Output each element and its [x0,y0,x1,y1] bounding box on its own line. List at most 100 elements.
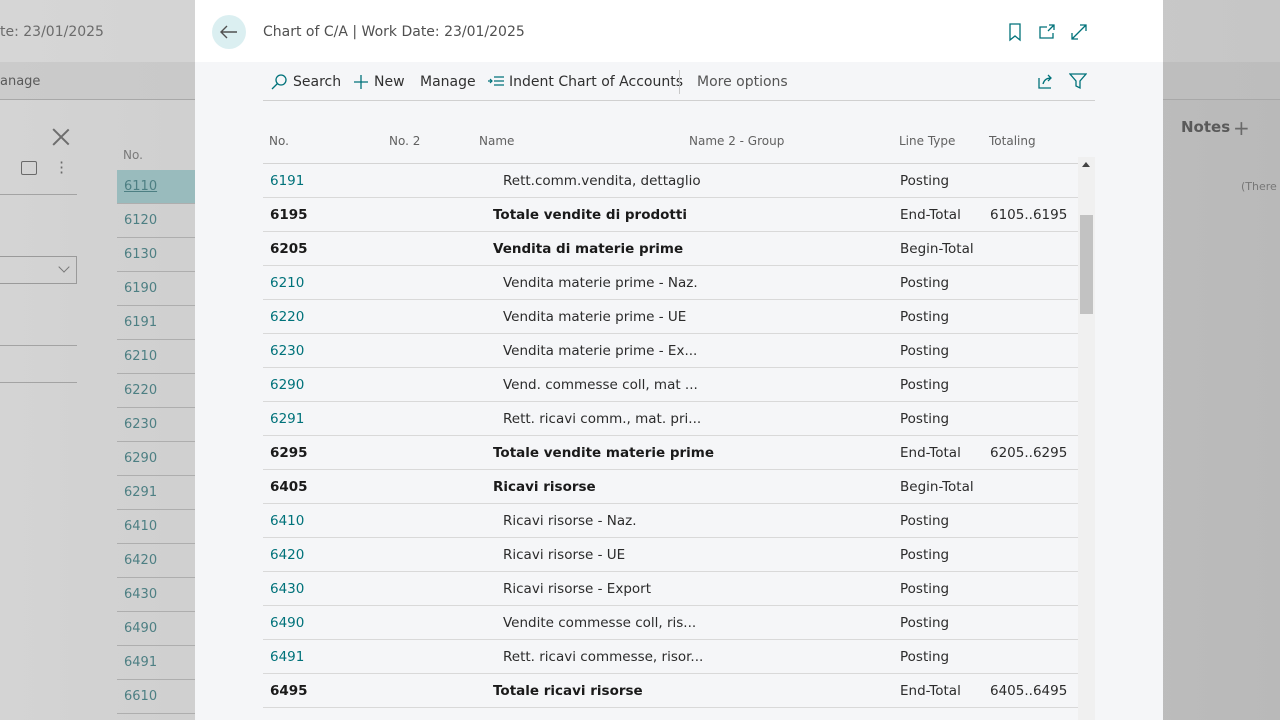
background-list-item: 6210 [117,340,197,374]
search-button[interactable]: Search [270,72,341,92]
indent-icon [488,76,504,86]
cell-no[interactable]: 6195 [270,207,308,223]
cell-name: Totale vendite materie prime [493,445,715,461]
cell-line-type: End-Total [900,445,961,461]
cell-name: Vendita materie prime - UE [503,309,687,325]
column-header-no[interactable]: No. [269,134,289,148]
cell-no[interactable]: 6490 [270,615,304,631]
indent-label: Indent Chart of Accounts [509,74,684,90]
table-row[interactable]: 6410 Ricavi risorse - Naz. Posting [263,504,1078,538]
table-row[interactable]: 6491 Rett. ricavi commesse, risor... Posti… [263,640,1078,674]
cell-no[interactable]: 6205 [270,241,308,257]
table-row[interactable]: 6191 Rett.comm.vendita, dettaglio Posting [263,164,1078,198]
expand-icon[interactable] [1069,22,1089,42]
column-header-name2-group[interactable]: Name 2 - Group [689,134,784,148]
cell-no[interactable]: 6230 [270,343,304,359]
notes-title: Notes [1181,118,1231,136]
cell-line-type: End-Total [900,207,961,223]
scroll-up-arrow-icon[interactable] [1082,162,1090,167]
background-manage-button: anage [0,74,41,89]
table-row[interactable]: 6290 Vend. commesse coll, mat ... Posting [263,368,1078,402]
bookmark-icon[interactable] [1005,22,1025,42]
background-list-item: 6410 [117,510,197,544]
table-row[interactable]: 6210 Vendita materie prime - Naz. Posting [263,266,1078,300]
filter-icon[interactable] [1069,72,1087,90]
scrollbar-thumb[interactable] [1080,215,1093,314]
table-row[interactable]: 6490 Vendite commesse coll, ris... Posting [263,606,1078,640]
chevron-down-icon [58,261,70,273]
cell-line-type: Posting [900,649,950,665]
background-list-item: 6230 [117,408,197,442]
table-row[interactable]: 6220 Vendita materie prime - UE Posting [263,300,1078,334]
cell-no[interactable]: 6291 [270,411,304,427]
background-list-item: 6191 [117,306,197,340]
column-header-name[interactable]: Name [479,134,514,148]
cell-no[interactable]: 6410 [270,513,304,529]
cell-line-type: Posting [900,547,950,563]
manage-button[interactable]: Manage [420,72,476,92]
cell-line-type: Posting [900,309,950,325]
cell-line-type: Posting [900,615,950,631]
table-row[interactable]: 6430 Ricavi risorse - Export Posting [263,572,1078,606]
notes-empty-text: (There i [1241,180,1280,193]
cell-no[interactable]: 6405 [270,479,308,495]
cell-no[interactable]: 6495 [270,683,308,699]
share-icon[interactable] [1037,72,1055,90]
search-label: Search [293,74,342,90]
table-row[interactable]: 6405 Ricavi risorse Begin-Total [263,470,1078,504]
background-list-item: 6190 [117,272,197,306]
table-row[interactable]: 6195 Totale vendite di prodotti End-Total 6… [263,198,1078,232]
vertical-scrollbar[interactable] [1078,157,1095,720]
cell-name: Ricavi risorse - UE [503,547,626,563]
table-row[interactable]: 6230 Vendita materie prime - Ex... Posting [263,334,1078,368]
column-header-totaling[interactable]: Totaling [989,134,1036,148]
background-select [0,256,77,284]
table-row[interactable]: 6205 Vendita di materie prime Begin-Total [263,232,1078,266]
indent-chart-of-accounts-button[interactable]: Indent Chart of Accounts [488,72,683,92]
search-icon [271,74,287,90]
more-options-button[interactable]: More options [697,72,788,92]
table-row[interactable]: 6295 Totale vendite materie prime End-Tota… [263,436,1078,470]
column-header-line-type[interactable]: Line Type [899,134,955,148]
table-row[interactable]: 6495 Totale ricavi risorse End-Total 6405..… [263,674,1078,708]
background-list-item: 6220 [117,374,197,408]
cell-name: Ricavi risorse - Export [503,581,651,597]
cell-no[interactable]: 6191 [270,173,304,189]
cell-totaling: 6405..6495 [990,683,1068,699]
divider [0,382,77,383]
background-list-item: 6420 [117,544,197,578]
action-bar: Search New Manage Indent Chart of Accoun… [263,62,1095,101]
cell-no[interactable]: 6491 [270,649,304,665]
table-row[interactable]: 6420 Ricavi risorse - UE Posting [263,538,1078,572]
more-vertical-icon: · · · [59,153,65,182]
column-header-no2[interactable]: No. 2 [389,134,420,148]
more-options-label: More options [697,74,788,90]
background-list-item: 6120 [117,204,197,238]
dialog-header: Chart of C/A | Work Date: 23/01/2025 [195,0,1163,62]
cell-line-type: Posting [900,275,950,291]
cell-no[interactable]: 6430 [270,581,304,597]
cell-no[interactable]: 6220 [270,309,304,325]
background-list-item: 6110 [117,170,197,204]
grid-body: 6191 Rett.comm.vendita, dettaglio Posting 6… [263,164,1078,708]
cell-name: Totale vendite di prodotti [493,207,687,223]
open-new-window-icon[interactable] [1037,22,1057,42]
arrow-left-icon [220,25,237,39]
cell-no[interactable]: 6420 [270,547,304,563]
cell-no[interactable]: 6210 [270,275,304,291]
table-row[interactable]: 6291 Rett. ricavi comm., mat. pri... Posti… [263,402,1078,436]
toolbar-separator [679,70,680,94]
close-icon [52,128,70,146]
cell-totaling: 6205..6295 [990,445,1068,461]
cell-no[interactable]: 6290 [270,377,304,393]
new-button[interactable]: New [353,72,405,92]
cell-name: Vendite commesse coll, ris... [503,615,697,631]
manage-label: Manage [420,74,476,90]
cell-name: Rett. ricavi commesse, risor... [503,649,704,665]
cell-line-type: Posting [900,343,950,359]
cell-name: Rett. ricavi comm., mat. pri... [503,411,702,427]
background-list: No. 6110 6120 6130 6190 6191 6210 6220 6230 6290… [117,140,197,714]
background-list-item: 6490 [117,612,197,646]
cell-no[interactable]: 6295 [270,445,308,461]
back-button[interactable] [212,15,246,49]
